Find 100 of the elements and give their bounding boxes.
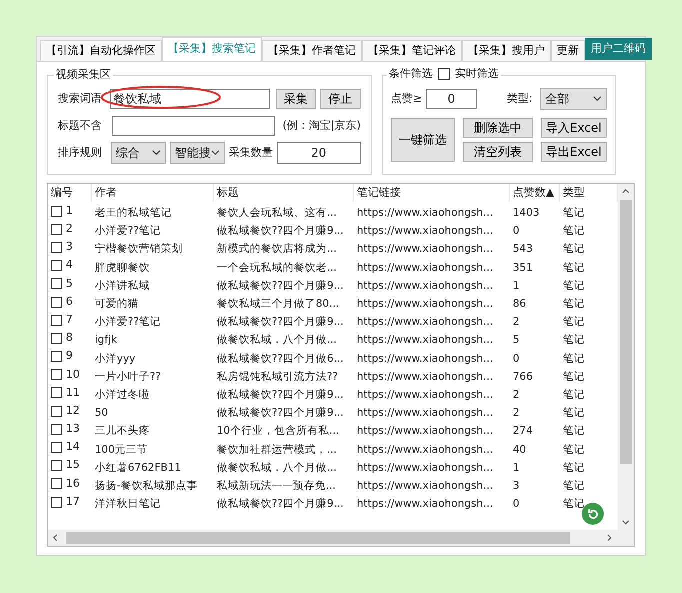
search-field[interactable]: 餐饮私域: [110, 89, 270, 109]
collect-button[interactable]: 采集: [276, 89, 316, 109]
table-cell: 1: [513, 280, 520, 292]
table-cell: https://www.xiaohongsh...: [357, 316, 494, 328]
table-cell: 做餐饮私域，八个月做...: [217, 334, 338, 346]
table-cell: 小洋讲私域: [95, 280, 150, 292]
table-cell: 笔记: [563, 480, 585, 492]
horizontal-scrollbar[interactable]: [48, 530, 634, 546]
column-header[interactable]: 编号: [48, 184, 92, 202]
likes-field[interactable]: 0: [426, 89, 478, 109]
import-excel-button[interactable]: 导入Excel: [541, 118, 607, 138]
scroll-up-icon: [622, 189, 630, 194]
qr-code-button[interactable]: 用户二维码: [585, 38, 652, 60]
row-checkbox[interactable]: [51, 260, 62, 272]
mode-dropdown[interactable]: 智能搜: [170, 142, 225, 164]
table-cell-text: 1: [66, 202, 73, 219]
count-field[interactable]: 20: [276, 142, 361, 164]
table-cell: 做私域餐饮??四个月赚9...: [217, 498, 344, 510]
row-checkbox[interactable]: [51, 387, 62, 398]
table-cell: https://www.xiaohongsh...: [357, 262, 494, 274]
table-cell: https://www.xiaohongsh...: [357, 243, 494, 256]
sort-dropdown[interactable]: 综合: [110, 142, 166, 164]
scroll-down-icon: [622, 520, 630, 525]
table-cell: 洋洋秋日笔记: [95, 498, 161, 510]
row-checkbox[interactable]: [51, 332, 62, 344]
table-cell: 笔记: [563, 243, 585, 256]
column-header[interactable]: 笔记链接: [354, 184, 510, 202]
one-click-filter-button[interactable]: 一键筛选: [391, 118, 455, 162]
row-checkbox[interactable]: [51, 278, 62, 290]
table-cell: 笔记: [563, 407, 585, 420]
table-cell: 766: [513, 370, 534, 383]
table-cell: 做餐饮私域，八个月做...: [217, 462, 338, 474]
table-cell-text: 14: [66, 439, 80, 456]
row-checkbox[interactable]: [51, 206, 62, 217]
row-checkbox[interactable]: [51, 224, 62, 235]
vertical-scrollbar[interactable]: [618, 184, 634, 530]
row-checkbox[interactable]: [51, 478, 62, 490]
table-cell: https://www.xiaohongsh...: [357, 298, 494, 310]
column-header[interactable]: 点赞数▲: [510, 184, 560, 202]
table-cell: 3: [513, 480, 520, 492]
table-cell: 笔记: [563, 498, 585, 510]
exclude-field[interactable]: [112, 116, 275, 136]
table-cell: 可爱的猫: [95, 298, 139, 310]
table-cell: 笔记: [563, 462, 585, 474]
chevron-down-icon: [593, 96, 602, 102]
row-checkbox[interactable]: [51, 424, 62, 435]
row-checkbox[interactable]: [51, 496, 62, 508]
tab[interactable]: 【采集】搜用户: [462, 40, 551, 61]
table-cell: 私房馄饨私域引流方法??: [217, 370, 338, 383]
row-checkbox[interactable]: [51, 460, 62, 472]
table-cell: 笔记: [563, 298, 585, 310]
refresh-icon: [586, 508, 600, 520]
row-checkbox[interactable]: [51, 369, 62, 380]
table-cell: 做私域餐饮??四个月赚9...: [217, 280, 344, 292]
table-cell-text: 9: [66, 348, 73, 364]
table-cell: 做私域餐饮??四个月做6...: [217, 352, 344, 365]
table-cell: 50: [95, 407, 108, 420]
column-header[interactable]: 标题: [214, 184, 354, 202]
row-checkbox[interactable]: [51, 314, 62, 326]
tab[interactable]: 【采集】笔记评论: [362, 40, 462, 61]
table-cell: 餐饮私域三个月做了80...: [217, 298, 340, 310]
table-cell: https://www.xiaohongsh...: [357, 352, 494, 365]
tab[interactable]: 更新: [551, 40, 585, 61]
table-cell: https://www.xiaohongsh...: [357, 498, 494, 510]
table-cell: https://www.xiaohongsh...: [357, 207, 494, 220]
table-cell: 小洋爱??笔记: [95, 225, 162, 238]
table-cell: 2: [513, 388, 520, 401]
clear-list-button[interactable]: 清空列表: [463, 142, 533, 162]
table-cell: 小洋过冬啦: [95, 388, 150, 401]
table-cell: https://www.xiaohongsh...: [357, 334, 494, 346]
table-cell: 1403: [513, 207, 540, 220]
table-cell: 0: [513, 352, 520, 365]
row-checkbox[interactable]: [51, 351, 62, 362]
table-cell: 笔记: [563, 425, 585, 438]
table-cell: 10个行业，包含所有私...: [217, 425, 340, 438]
table-cell: 餐饮人会玩私域、这有...: [217, 207, 338, 220]
realtime-label: 实时筛选: [455, 67, 499, 81]
tab[interactable]: 【采集】搜索笔记: [162, 37, 262, 61]
tab[interactable]: 【采集】作者笔记: [262, 40, 362, 61]
table-cell-text: 6: [66, 294, 73, 310]
table-cell: https://www.xiaohongsh...: [357, 480, 494, 492]
row-checkbox[interactable]: [51, 442, 62, 454]
row-checkbox[interactable]: [51, 406, 62, 417]
delete-selected-button[interactable]: 删除选中: [463, 118, 533, 138]
stop-button[interactable]: 停止: [320, 89, 361, 109]
export-excel-button[interactable]: 导出Excel: [541, 142, 607, 162]
table-cell: 351: [513, 262, 534, 274]
realtime-checkbox[interactable]: [438, 68, 450, 80]
table-cell: https://www.xiaohongsh...: [357, 370, 494, 383]
table-cell: 小洋yyy: [95, 352, 136, 365]
likes-label: 点赞≥: [391, 90, 424, 107]
table-cell-text: 3: [66, 239, 73, 256]
row-checkbox[interactable]: [51, 296, 62, 308]
table-cell-text: 4: [66, 257, 73, 274]
type-dropdown[interactable]: 全部: [540, 88, 607, 110]
row-checkbox[interactable]: [51, 242, 62, 253]
tab[interactable]: 【引流】自动化操作区: [40, 40, 162, 61]
table-cell-text: 11: [66, 384, 80, 401]
chevron-down-icon: [210, 150, 220, 156]
column-header[interactable]: 作者: [92, 184, 214, 202]
